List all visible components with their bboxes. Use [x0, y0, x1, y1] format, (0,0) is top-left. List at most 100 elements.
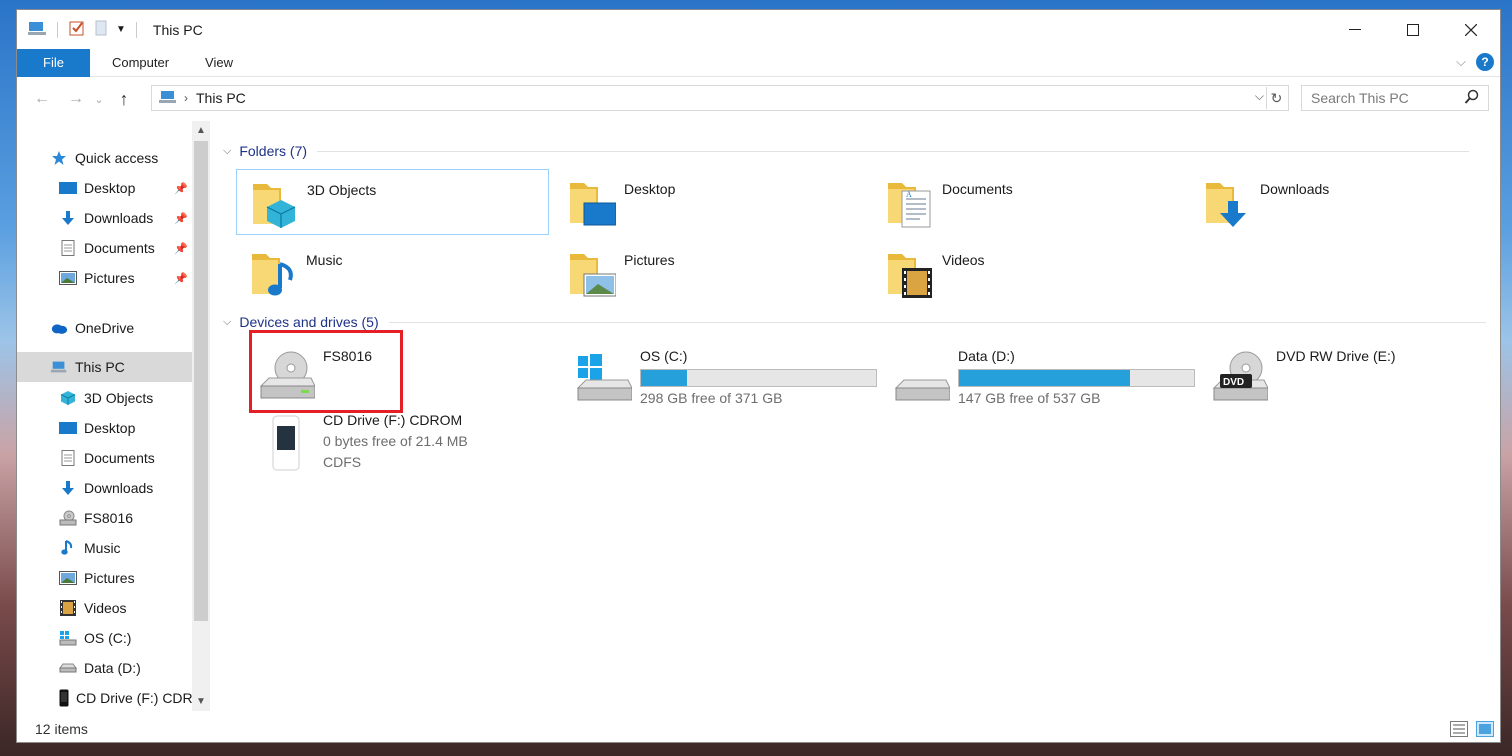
sidebar-item-pictures-pinned[interactable]: Pictures 📌 — [17, 263, 192, 293]
folder-tile-pictures[interactable]: Pictures — [554, 240, 867, 306]
pin-icon[interactable]: 📌 — [174, 212, 188, 225]
sidebar-item-label: Documents — [84, 240, 155, 256]
folder-tile-music[interactable]: Music — [236, 240, 549, 306]
breadcrumb-chevron-icon[interactable]: › — [184, 91, 188, 105]
collapse-chevron-icon[interactable]: ⌵ — [223, 145, 231, 158]
drive-free-space: 0 bytes free of 21.4 MB — [323, 433, 468, 449]
maximize-button[interactable] — [1384, 10, 1442, 49]
drive-usage-bar — [640, 369, 877, 387]
sidebar-item-3d-objects[interactable]: 3D Objects — [17, 383, 192, 413]
drives-group-header[interactable]: ⌵ Devices and drives (5) — [223, 314, 1486, 330]
folder-documents-icon: A — [886, 177, 934, 229]
tab-computer[interactable]: Computer — [94, 49, 187, 77]
svg-text:A: A — [906, 190, 912, 199]
up-arrow-icon[interactable]: ↑ — [111, 89, 137, 110]
forward-arrow-icon[interactable]: → — [63, 90, 89, 108]
document-icon — [59, 240, 77, 256]
sidebar-item-pictures[interactable]: Pictures — [17, 563, 192, 593]
tab-file[interactable]: File — [17, 48, 90, 77]
drive-tile-os-c[interactable]: OS (C:) 298 GB free of 371 GB — [576, 342, 877, 408]
ribbon-tabs: File Computer View ⌵ ? — [17, 48, 1500, 77]
sidebar-item-videos[interactable]: Videos — [17, 593, 192, 623]
this-pc-icon — [158, 89, 178, 108]
drive-tile-cd-drive-f[interactable]: CD Drive (F:) CDROM 0 bytes free of 21.4… — [259, 406, 559, 492]
recent-locations-chevron-icon[interactable]: ⌄ — [91, 93, 107, 106]
search-placeholder: Search This PC — [1311, 90, 1409, 106]
new-folder-icon[interactable] — [92, 19, 110, 40]
folders-group-header[interactable]: ⌵ Folders (7) — [223, 143, 1470, 159]
address-dropdown-chevron-icon[interactable]: ⌵ — [1255, 89, 1264, 104]
folder-name: Videos — [942, 252, 985, 268]
folder-tile-downloads[interactable]: Downloads — [1190, 169, 1500, 235]
sidebar-item-quick-access[interactable]: Quick access — [17, 143, 192, 173]
desktop-icon — [59, 420, 77, 436]
sidebar-item-downloads-pinned[interactable]: Downloads 📌 — [17, 203, 192, 233]
customize-toolbar-chevron-icon[interactable]: ▼ — [116, 24, 126, 35]
folder-tile-videos[interactable]: Videos — [872, 240, 1185, 306]
drive-free-space: 147 GB free of 537 GB — [958, 390, 1101, 406]
tab-view[interactable]: View — [187, 49, 251, 77]
refresh-icon[interactable]: ↻ — [1266, 87, 1286, 109]
sidebar-item-downloads[interactable]: Downloads — [17, 473, 192, 503]
quick-access-toolbar: ▼ This PC — [17, 19, 203, 40]
sidebar-item-desktop[interactable]: Desktop — [17, 413, 192, 443]
sidebar-item-label: Music — [84, 540, 121, 556]
drive-tile-data-d[interactable]: Data (D:) 147 GB free of 537 GB — [894, 342, 1195, 408]
folder-tile-desktop[interactable]: Desktop — [554, 169, 867, 235]
navigation-pane-scrollbar[interactable]: ▲ ▼ — [192, 121, 210, 711]
folder-tile-documents[interactable]: A Documents — [872, 169, 1185, 235]
breadcrumb-this-pc[interactable]: This PC — [196, 90, 246, 106]
pin-icon[interactable]: 📌 — [174, 272, 188, 285]
sidebar-item-desktop-pinned[interactable]: Desktop 📌 — [17, 173, 192, 203]
scroll-down-arrow-icon[interactable]: ▼ — [192, 696, 210, 707]
pin-icon[interactable]: 📌 — [174, 242, 188, 255]
sidebar-item-data-d[interactable]: Data (D:) — [17, 653, 192, 683]
sidebar-item-label: Pictures — [84, 570, 135, 586]
close-button[interactable] — [1442, 10, 1500, 49]
folder-downloads-icon — [1204, 177, 1252, 229]
sidebar-item-label: OS (C:) — [84, 630, 132, 646]
view-switcher — [1450, 721, 1494, 737]
film-icon — [59, 600, 77, 616]
folder-name: Music — [306, 252, 343, 268]
folders-group-title: Folders (7) — [239, 143, 308, 159]
sidebar-item-music[interactable]: Music — [17, 533, 192, 563]
cube-icon — [59, 390, 77, 406]
pin-icon[interactable]: 📌 — [174, 182, 188, 195]
drive-tile-dvd-rw-e[interactable]: DVD DVD RW Drive (E:) — [1212, 342, 1500, 408]
document-icon — [59, 450, 77, 466]
sidebar-item-label: Data (D:) — [84, 660, 141, 676]
details-view-icon[interactable] — [1450, 721, 1468, 737]
sidebar-item-fs8016[interactable]: FS8016 — [17, 503, 192, 533]
navigation-pane: Quick access Desktop 📌 Downloads 📌 Docum… — [17, 121, 192, 711]
drive-usage-bar — [958, 369, 1195, 387]
sidebar-item-label: OneDrive — [75, 320, 135, 336]
sidebar-item-label: Documents — [84, 450, 155, 466]
properties-icon[interactable] — [68, 19, 86, 40]
back-arrow-icon[interactable]: ← — [29, 90, 55, 108]
help-button[interactable]: ? — [1476, 53, 1494, 71]
sidebar-item-documents[interactable]: Documents — [17, 443, 192, 473]
download-icon — [59, 210, 77, 226]
phone-drive-icon — [271, 414, 327, 471]
scroll-up-arrow-icon[interactable]: ▲ — [192, 125, 210, 136]
search-input[interactable]: Search This PC — [1301, 85, 1489, 111]
scrollbar-thumb[interactable] — [194, 141, 208, 621]
sidebar-item-os-c[interactable]: OS (C:) — [17, 623, 192, 653]
large-icons-view-icon[interactable] — [1476, 721, 1494, 737]
title-bar: ▼ This PC — [17, 10, 1500, 49]
expand-ribbon-chevron-icon[interactable]: ⌵ — [1456, 54, 1466, 70]
minimize-button[interactable] — [1326, 10, 1384, 49]
address-bar[interactable]: › This PC ⌵ ↻ — [151, 85, 1289, 111]
search-icon — [1464, 89, 1480, 108]
hard-drive-icon — [59, 660, 77, 676]
sidebar-item-label: Desktop — [84, 420, 136, 436]
sidebar-item-documents-pinned[interactable]: Documents 📌 — [17, 233, 192, 263]
highlight-box — [249, 330, 403, 413]
sidebar-item-cd-drive-f[interactable]: CD Drive (F:) CDROM — [17, 683, 192, 711]
sidebar-item-this-pc[interactable]: This PC — [17, 352, 192, 382]
sidebar-item-onedrive[interactable]: OneDrive — [17, 313, 192, 343]
windows-drive-icon — [59, 630, 77, 646]
collapse-chevron-icon[interactable]: ⌵ — [223, 316, 231, 329]
folder-tile-3d-objects[interactable]: 3D Objects — [236, 169, 549, 235]
